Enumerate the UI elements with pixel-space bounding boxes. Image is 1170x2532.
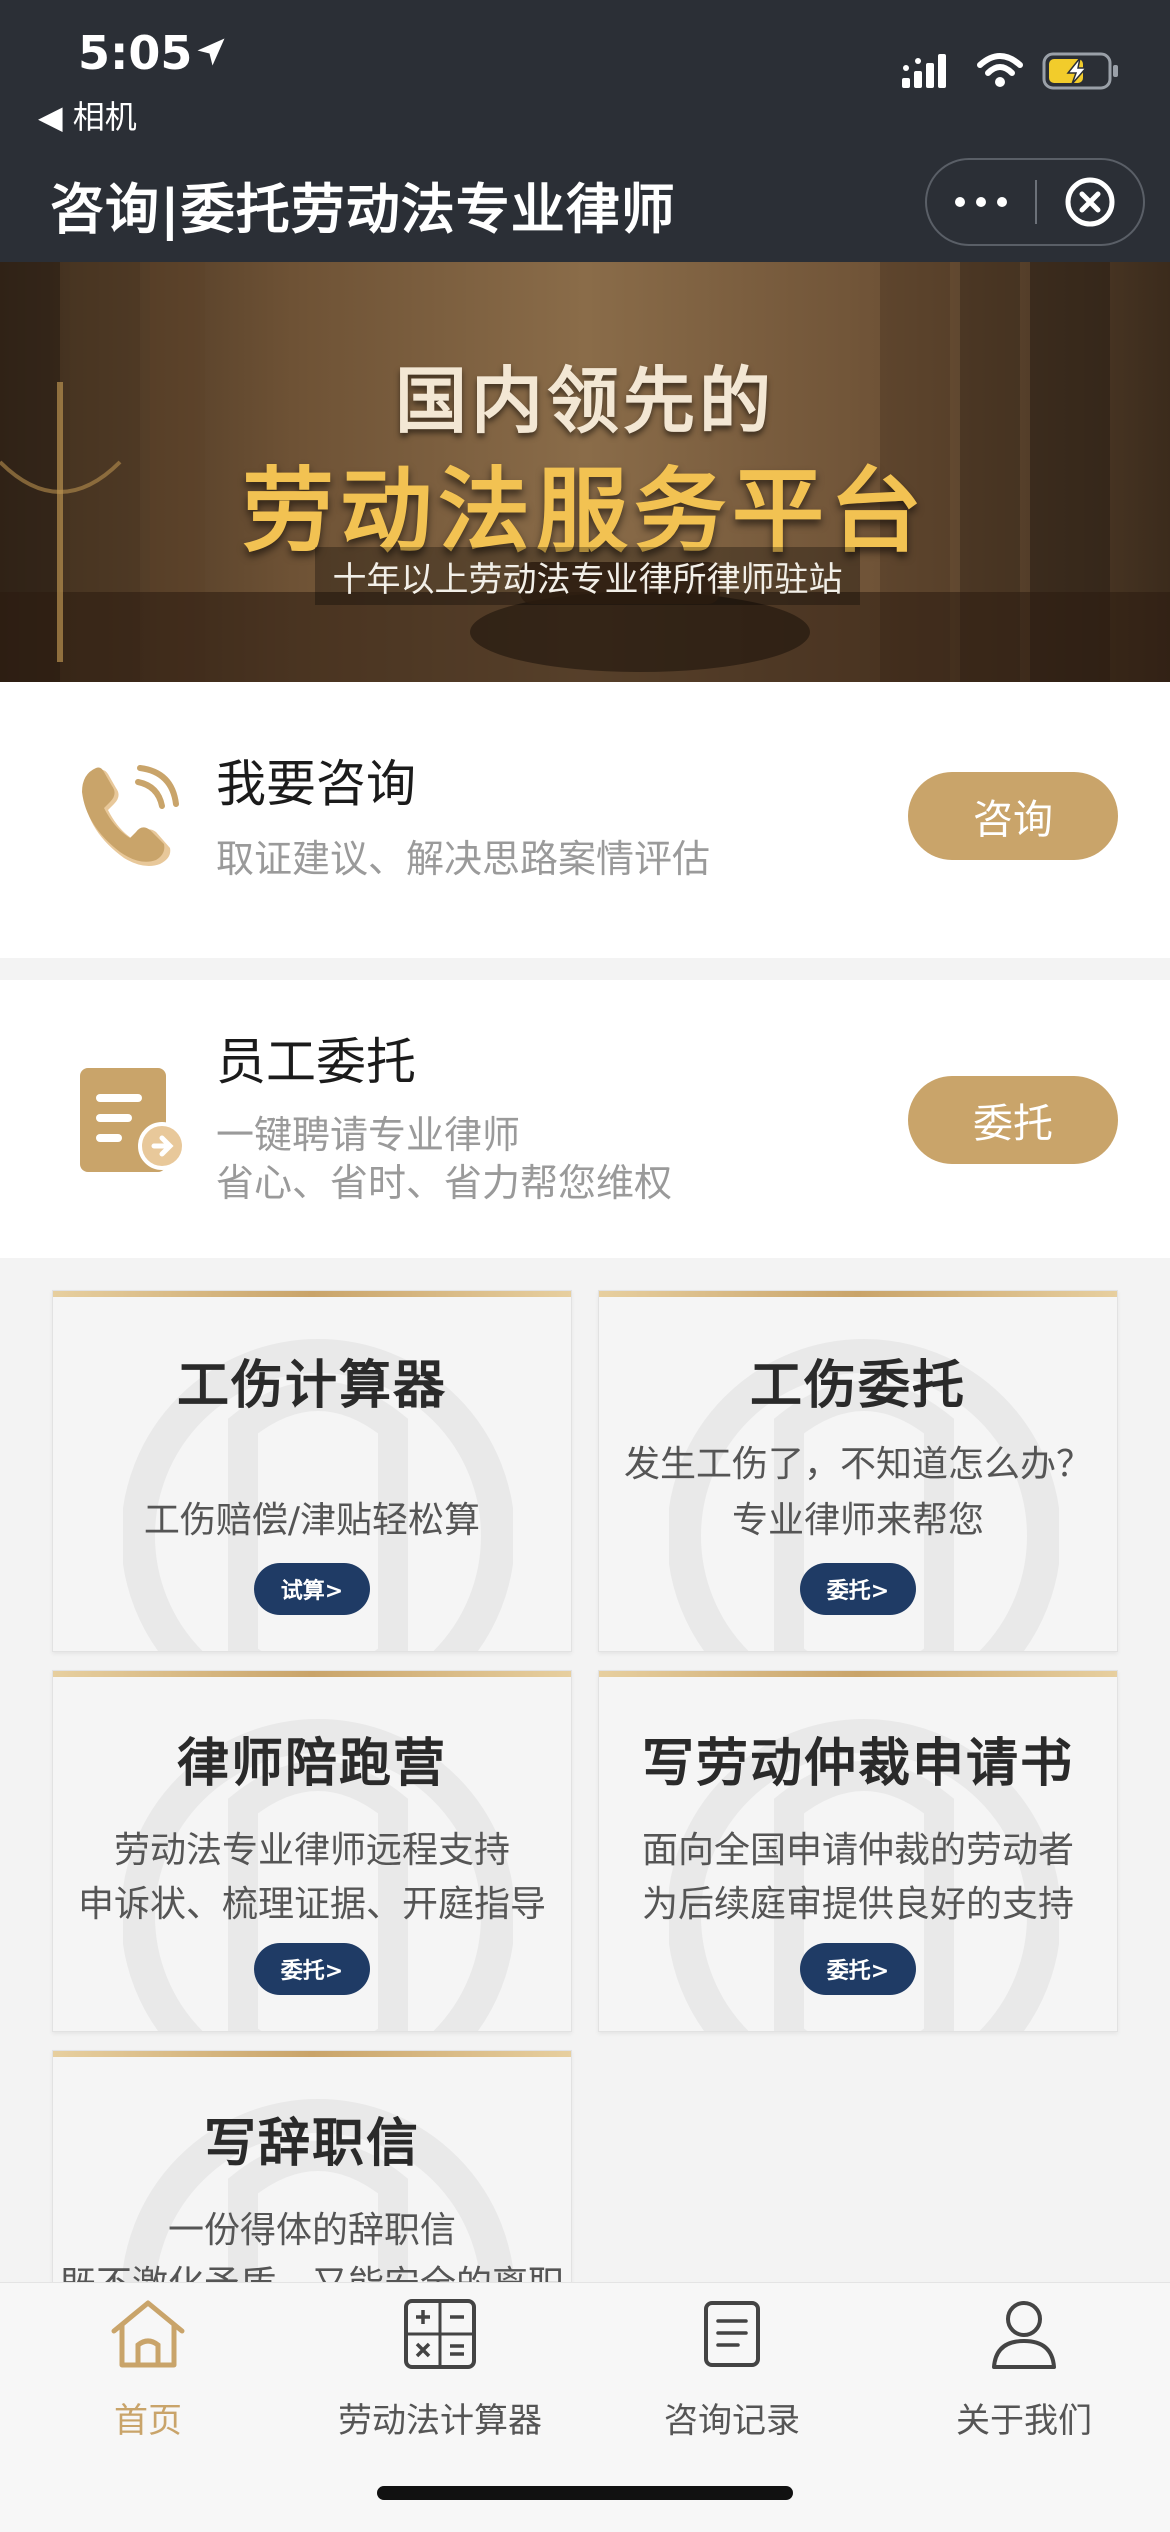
miniprogram-capsule [925,158,1145,246]
card-title: 律师陪跑营 [176,1734,447,1794]
back-triangle-icon: ◀ [38,98,73,136]
user-icon [992,2301,1056,2369]
card-title: 工伤计算器 [176,1356,447,1416]
card-line-2: 工伤赔偿/津贴轻松算 [143,1500,481,1541]
more-button[interactable] [927,160,1035,244]
phone-icon [82,765,179,866]
tab-calculator[interactable]: 劳动法计算器 [294,2283,586,2443]
card-title: 写辞职信 [203,2114,420,2174]
home-icon [111,2300,185,2368]
card-injury-delegate[interactable]: 工伤委托 发生工伤了，不知道怎么办？ 专业律师来帮您 委托> [598,1290,1118,1652]
card-injury-calculator[interactable]: 工伤计算器 工伤赔偿/津贴轻松算 试算> [52,1290,572,1652]
tab-about[interactable]: 关于我们 [878,2283,1170,2443]
more-dots-icon [955,197,1007,207]
banner-line1: 国内领先的 [394,359,775,443]
page-title: 咨询|委托劳动法专业律师 [50,178,676,241]
delegate-button[interactable]: 委托 [908,1076,1118,1164]
consult-row[interactable]: 我要咨询 取证建议、解决思路案情评估 咨询 [0,682,1170,958]
tab-records[interactable]: 咨询记录 [586,2283,878,2443]
card-action-button[interactable]: 委托> [254,1943,370,1995]
consult-title: 我要咨询 [216,755,416,813]
consult-subtitle: 取证建议、解决思路案情评估 [216,837,711,881]
card-action-button[interactable]: 委托> [800,1943,916,1995]
card-title: 写劳动仲裁申请书 [641,1734,1074,1794]
close-button[interactable] [1037,160,1143,244]
hero-banner[interactable]: 国内领先的 劳动法服务平台 十年以上劳动法专业律所律师驻站 [0,262,1170,682]
delegate-subtitle-1: 一键聘请专业律师 [216,1113,521,1157]
card-lawyer-camp[interactable]: 律师陪跑营 劳动法专业律师远程支持 申诉状、梳理证据、开庭指导 委托> [52,1670,572,2032]
card-action-button[interactable]: 试算> [254,1563,370,1615]
banner-line3: 十年以上劳动法专业律所律师驻站 [315,547,860,605]
status-icons [902,52,1120,90]
card-line-1: 发生工伤了，不知道怎么办？ [623,1444,1092,1485]
back-to-app-link[interactable]: ◀ 相机 [38,92,137,138]
delegate-row[interactable]: 员工委托 一键聘请专业律师 省心、省时、省力帮您维权 委托 [0,980,1170,1258]
card-line-1: 劳动法专业律师远程支持 [113,1830,510,1871]
signal-icon [902,54,946,88]
card-line-1: 一份得体的辞职信 [167,2210,456,2251]
card-line-2: 专业律师来帮您 [731,1500,984,1541]
delegate-title: 员工委托 [216,1033,416,1091]
close-circle-icon [1065,177,1115,227]
delegate-subtitle-2: 省心、省时、省力帮您维权 [216,1161,673,1205]
home-indicator[interactable] [377,2486,793,2500]
status-time: 5:05 [78,26,193,80]
records-icon [704,2301,760,2367]
card-line-1: 面向全国申请仲裁的劳动者 [641,1830,1074,1871]
calculator-icon [404,2299,476,2369]
battery-icon [1042,52,1118,90]
tab-label: 劳动法计算器 [338,2401,542,2441]
top-bar: 5:05 ◀ 相机 咨询|委托劳动法专业律师 [0,0,1170,262]
location-arrow-icon [197,38,225,66]
card-action-button[interactable]: 委托> [800,1563,916,1615]
tab-home[interactable]: 首页 [2,2283,294,2443]
consult-button[interactable]: 咨询 [908,772,1118,860]
tab-label: 首页 [114,2401,182,2441]
card-title: 工伤委托 [749,1356,966,1416]
document-icon [80,1068,186,1172]
wifi-icon [977,53,1023,87]
card-line-2: 为后续庭审提供良好的支持 [641,1884,1074,1925]
card-arbitration-application[interactable]: 写劳动仲裁申请书 面向全国申请仲裁的劳动者 为后续庭审提供良好的支持 委托> [598,1670,1118,2032]
card-line-2: 申诉状、梳理证据、开庭指导 [77,1884,546,1925]
tab-label: 关于我们 [956,2401,1092,2441]
tab-label: 咨询记录 [664,2401,800,2441]
